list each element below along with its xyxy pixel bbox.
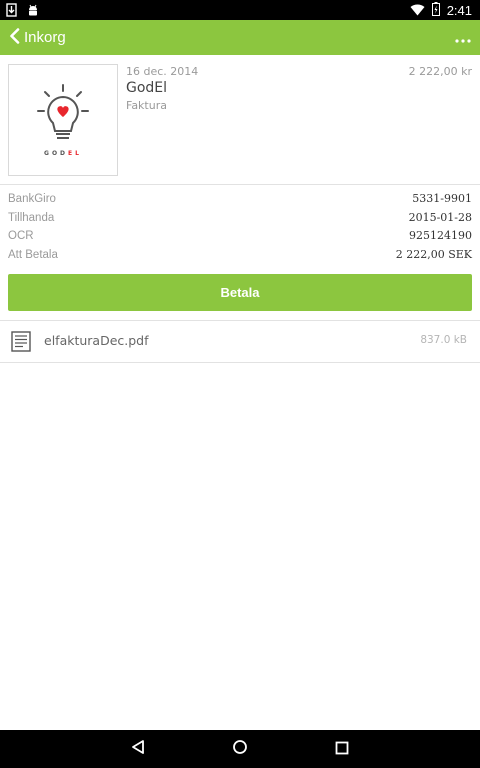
android-icon: [27, 2, 39, 21]
message-type: Faktura: [126, 99, 167, 112]
back-triangle-icon: [130, 739, 146, 759]
battery-charging-icon: [431, 1, 440, 20]
detail-value: 2015-01-28: [408, 210, 472, 224]
detail-row-ocr: OCR 925124190: [8, 229, 472, 248]
detail-row-att-betala: Att Betala 2 222,00 SEK: [8, 248, 472, 267]
detail-value: 5331-9901: [412, 192, 472, 205]
message-date: 16 dec. 2014: [126, 65, 199, 78]
attachment-size: 837.0 kB: [420, 334, 467, 346]
status-left: [6, 2, 39, 21]
document-icon: [11, 331, 31, 356]
attachment-row[interactable]: elfakturaDec.pdf 837.0 kB: [0, 320, 480, 363]
recents-nav-button[interactable]: [322, 730, 362, 768]
detail-label: OCR: [8, 230, 34, 242]
status-time: 2:41: [446, 2, 472, 18]
screen: 2:41 Inkorg GODEL 16 dec. 2014 2 222,00 …: [0, 0, 480, 768]
pay-button[interactable]: Betala: [8, 274, 472, 311]
home-nav-button[interactable]: [220, 730, 260, 768]
detail-value: 925124190: [409, 229, 472, 242]
chevron-left-icon: [9, 27, 20, 48]
invoice-details: BankGiro 5331-9901 Tillhanda 2015-01-28 …: [8, 192, 472, 266]
attachment-name: elfakturaDec.pdf: [44, 333, 149, 348]
status-bar: 2:41: [0, 0, 480, 20]
detail-label: Att Betala: [8, 248, 58, 261]
back-title: Inkorg: [24, 29, 66, 46]
overflow-menu-button[interactable]: [454, 20, 472, 55]
back-button[interactable]: Inkorg: [9, 20, 66, 55]
logo-text-accent: EL: [68, 150, 82, 157]
back-nav-button[interactable]: [118, 730, 158, 768]
detail-label: BankGiro: [8, 193, 56, 205]
detail-row-tillhanda: Tillhanda 2015-01-28: [8, 211, 472, 230]
download-icon: [6, 2, 17, 21]
overflow-menu-icon: [455, 28, 471, 47]
logo-text-dark: GOD: [44, 150, 69, 157]
status-right: 2:41: [410, 0, 472, 20]
home-circle-icon: [232, 739, 248, 759]
recents-square-icon: [335, 740, 349, 759]
detail-row-bankgiro: BankGiro 5331-9901: [8, 192, 472, 211]
message-sender: GodEl: [126, 80, 168, 96]
app-bar: Inkorg: [0, 20, 480, 55]
wifi-icon: [410, 1, 425, 20]
logo-wordmark: GODEL: [9, 150, 117, 157]
message-header: GODEL 16 dec. 2014 2 222,00 kr GodEl Fak…: [0, 55, 480, 185]
lightbulb-logo-icon: [37, 84, 89, 139]
sender-logo: GODEL: [8, 64, 118, 176]
detail-label: Tillhanda: [8, 211, 55, 224]
message-amount: 2 222,00 kr: [408, 65, 472, 78]
detail-value: 2 222,00 SEK: [395, 247, 472, 261]
navigation-bar: [0, 730, 480, 768]
